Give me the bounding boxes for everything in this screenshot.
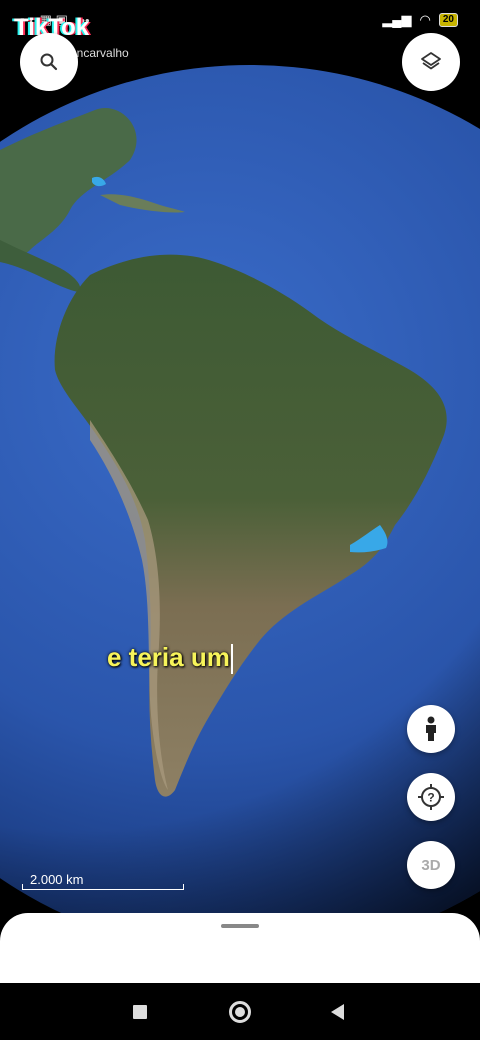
- video-caption: e teria um: [107, 642, 233, 675]
- map-view[interactable]: [0, 0, 480, 915]
- 3d-toggle-button[interactable]: 3D: [407, 841, 455, 889]
- scale-bar: [22, 884, 184, 890]
- bottom-sheet[interactable]: [0, 913, 480, 983]
- map-scale: 2.000 km: [22, 872, 184, 890]
- wifi-icon: ◠: [419, 12, 431, 27]
- locate-question-icon: ?: [418, 784, 444, 810]
- person-icon: [426, 716, 436, 741]
- earth-globe[interactable]: [0, 0, 480, 915]
- recents-icon[interactable]: [133, 1005, 147, 1019]
- svg-text:?: ?: [427, 791, 434, 805]
- signal-icon: ▂▄▆: [382, 12, 412, 27]
- android-nav-bar: [0, 983, 480, 1040]
- search-icon: [40, 53, 58, 71]
- location-button[interactable]: ?: [407, 773, 455, 821]
- back-icon[interactable]: [331, 1004, 344, 1020]
- layers-icon: [421, 52, 441, 70]
- battery-indicator: 20: [438, 13, 458, 27]
- caption-text: e teria um: [107, 642, 230, 672]
- status-icons-right: ▂▄▆ ◠ 20: [382, 12, 458, 28]
- text-cursor: [230, 644, 233, 675]
- street-view-button[interactable]: [407, 705, 455, 753]
- watermark-username: ancarvalho: [70, 46, 129, 60]
- home-icon[interactable]: [229, 1001, 251, 1023]
- drag-handle[interactable]: [221, 924, 259, 928]
- search-button[interactable]: [20, 33, 78, 91]
- layers-button[interactable]: [402, 33, 460, 91]
